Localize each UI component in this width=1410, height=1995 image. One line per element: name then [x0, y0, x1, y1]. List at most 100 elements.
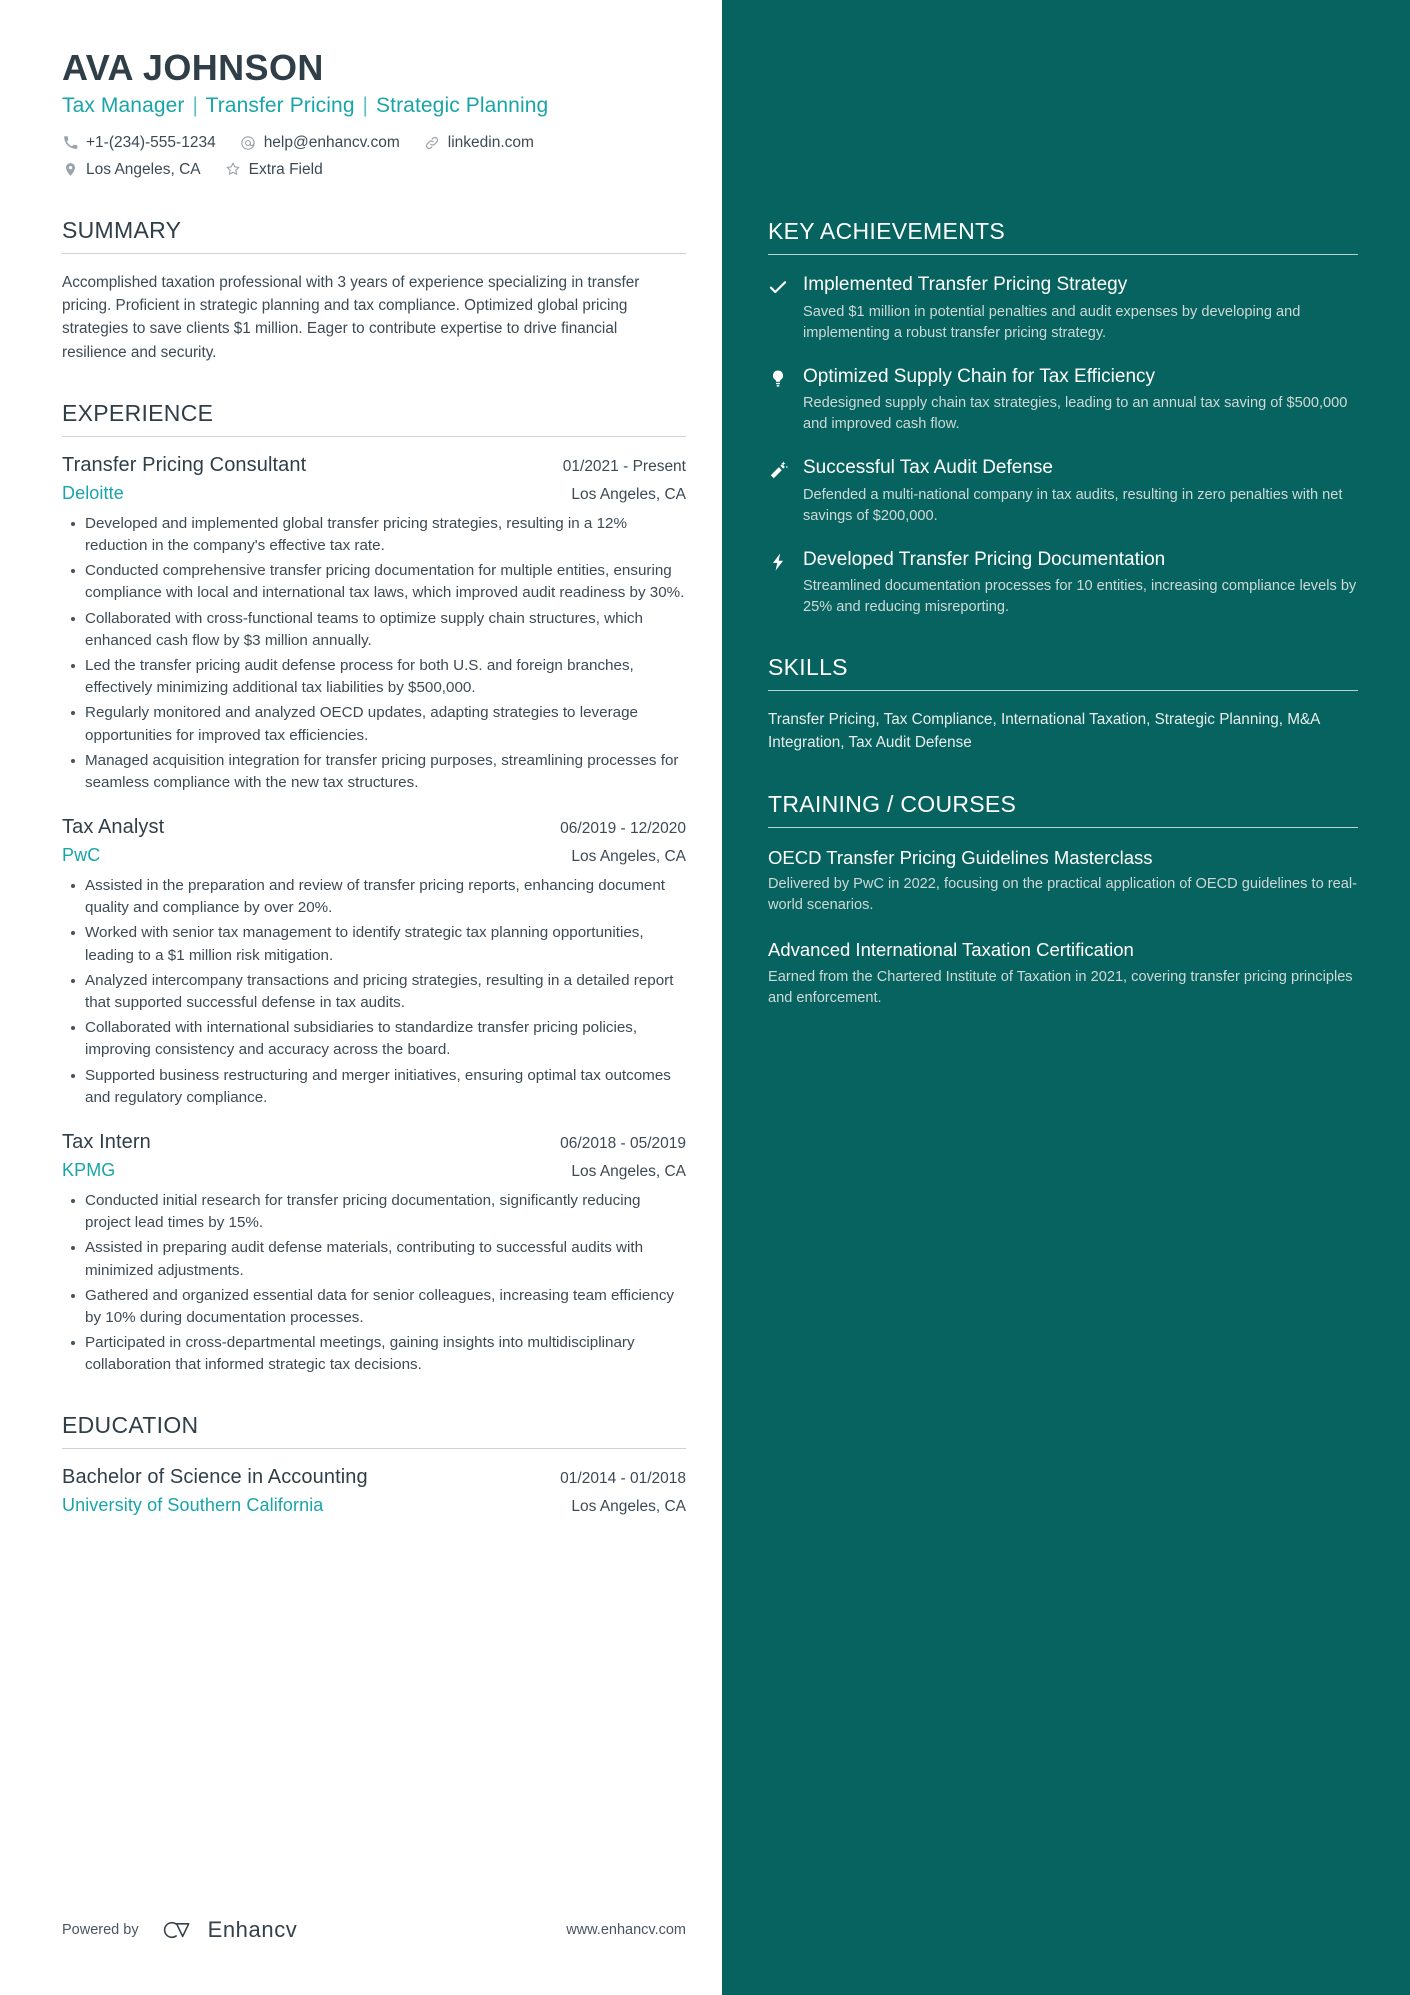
experience-date: 06/2019 - 12/2020 [560, 820, 686, 838]
contact-linkedin[interactable]: linkedin.com [424, 131, 534, 154]
candidate-headline: Tax Manager | Transfer Pricing | Strateg… [62, 94, 686, 118]
education-degree: Bachelor of Science in Accounting [62, 1466, 368, 1489]
education-entry-subheader: University of Southern California Los An… [62, 1495, 686, 1516]
summary-divider [62, 252, 686, 254]
powered-by-block: Powered by Enhancv [62, 1917, 297, 1943]
education-date: 01/2014 - 01/2018 [560, 1470, 686, 1488]
contact-location: Los Angeles, CA [62, 158, 201, 181]
achievement-title: Successful Tax Audit Defense [803, 457, 1053, 479]
experience-date: 01/2021 - Present [562, 457, 686, 475]
experience-entry-header: Tax Intern 06/2018 - 05/2019 [62, 1131, 686, 1154]
course-title: OECD Transfer Pricing Guidelines Masterc… [768, 847, 1153, 869]
section-education: EDUCATION Bachelor of Science in Account… [62, 1412, 686, 1516]
contact-row-primary: +1-(234)-555-1234 help@enhancv.com linke… [62, 131, 686, 154]
key-achievements-heading: KEY ACHIEVEMENTS [768, 218, 1006, 244]
contact-email[interactable]: help@enhancv.com [240, 131, 400, 154]
experience-bullets: Assisted in the preparation and review o… [62, 875, 686, 1109]
achievement-description: Streamlined documentation processes for … [803, 578, 1357, 616]
headline-part-3: Strategic Planning [376, 94, 549, 118]
experience-bullet: Conducted initial research for transfer … [71, 1190, 686, 1234]
training-divider [768, 827, 1358, 829]
experience-role: Tax Analyst [62, 816, 165, 839]
experience-entry-subheader: KPMG Los Angeles, CA [62, 1160, 686, 1181]
experience-bullets: Developed and implemented global transfe… [62, 513, 686, 794]
experience-entry-header: Transfer Pricing Consultant 01/2021 - Pr… [62, 454, 686, 477]
experience-bullet: Gathered and organized essential data fo… [71, 1285, 686, 1329]
lightbulb-icon [768, 369, 794, 389]
experience-bullet: Worked with senior tax management to ide… [71, 922, 686, 966]
experience-bullet: Collaborated with cross-functional teams… [71, 608, 686, 652]
experience-bullet: Participated in cross-departmental meeti… [71, 1332, 686, 1376]
course-description: Delivered by PwC in 2022, focusing on th… [768, 876, 1357, 914]
link-icon [424, 134, 441, 151]
contact-linkedin-text: linkedin.com [447, 134, 534, 152]
experience-role: Transfer Pricing Consultant [62, 453, 307, 476]
experience-bullet: Analyzed intercompany transactions and p… [71, 970, 686, 1014]
summary-text: Accomplished taxation professional with … [62, 273, 640, 361]
achievement-body: Optimized Supply Chain for Tax Efficienc… [803, 365, 1358, 436]
education-school: University of Southern California [62, 1495, 324, 1516]
location-pin-icon [62, 161, 79, 178]
contact-extra-field: Extra Field [225, 158, 323, 181]
contact-phone[interactable]: +1-(234)-555-1234 [62, 131, 216, 154]
achievement-body: Implemented Transfer Pricing Strategy Sa… [803, 273, 1358, 344]
achievement-item: Developed Transfer Pricing Documentation… [768, 548, 1358, 619]
contact-location-text: Los Angeles, CA [86, 160, 201, 178]
resume-sidebar: KEY ACHIEVEMENTS Implemented Transfer Pr… [722, 0, 1410, 1995]
contact-email-text: help@enhancv.com [263, 134, 400, 152]
education-heading: EDUCATION [62, 1412, 199, 1439]
experience-bullets: Conducted initial research for transfer … [62, 1190, 686, 1377]
experience-bullet: Supported business restructuring and mer… [71, 1065, 686, 1109]
experience-entry-subheader: Deloitte Los Angeles, CA [62, 483, 686, 504]
section-summary: SUMMARY Accomplished taxation profession… [62, 217, 686, 364]
powered-by-label: Powered by [62, 1922, 139, 1938]
section-experience: EXPERIENCE Transfer Pricing Consultant 0… [62, 400, 686, 1377]
experience-location: Los Angeles, CA [571, 485, 686, 503]
candidate-name: AVA JOHNSON [62, 47, 324, 88]
experience-bullet: Collaborated with international subsidia… [71, 1017, 686, 1061]
enhancv-logo-icon [157, 1917, 199, 1943]
experience-entry: Tax Intern 06/2018 - 05/2019 KPMG Los An… [62, 1131, 686, 1377]
experience-entry-subheader: PwC Los Angeles, CA [62, 845, 686, 866]
email-icon [240, 134, 257, 151]
contact-extra-field-text: Extra Field [248, 160, 323, 178]
course-title: Advanced International Taxation Certific… [768, 939, 1134, 961]
experience-location: Los Angeles, CA [571, 848, 686, 866]
achievement-title: Optimized Supply Chain for Tax Efficienc… [803, 365, 1156, 387]
skills-divider [768, 690, 1358, 692]
experience-location: Los Angeles, CA [571, 1162, 686, 1180]
website-url[interactable]: www.enhancv.com [566, 1922, 686, 1938]
skills-list: Transfer Pricing, Tax Compliance, Intern… [768, 711, 1320, 752]
achievement-title: Implemented Transfer Pricing Strategy [803, 274, 1128, 295]
contact-phone-text: +1-(234)-555-1234 [86, 134, 216, 152]
section-skills: SKILLS Transfer Pricing, Tax Compliance,… [768, 654, 1358, 755]
experience-company: PwC [62, 845, 101, 866]
achievement-item: Optimized Supply Chain for Tax Efficienc… [768, 365, 1358, 436]
headline-separator-1: | [192, 94, 198, 118]
education-location: Los Angeles, CA [571, 1498, 686, 1516]
achievement-title: Developed Transfer Pricing Documentation [803, 548, 1166, 570]
experience-date: 06/2018 - 05/2019 [560, 1134, 686, 1152]
achievement-description: Defended a multi-national company in tax… [803, 486, 1343, 524]
headline-part-2: Transfer Pricing [205, 94, 355, 118]
experience-entry-header: Tax Analyst 06/2019 - 12/2020 [62, 816, 686, 839]
experience-bullet: Assisted in the preparation and review o… [71, 875, 686, 919]
phone-icon [62, 134, 79, 151]
section-key-achievements: KEY ACHIEVEMENTS Implemented Transfer Pr… [768, 218, 1358, 618]
experience-bullet: Regularly monitored and analyzed OECD up… [71, 702, 686, 746]
section-training-courses: TRAINING / COURSES OECD Transfer Pricing… [768, 791, 1358, 1009]
magic-wand-icon [768, 460, 794, 481]
page-footer: Powered by Enhancv www.enhancv.com [62, 1917, 686, 1943]
experience-company: Deloitte [62, 482, 124, 503]
achievement-description: Redesigned supply chain tax strategies, … [803, 395, 1348, 433]
summary-heading: SUMMARY [62, 216, 182, 243]
enhancv-wordmark: Enhancv [207, 1917, 298, 1942]
check-icon [768, 277, 794, 297]
achievement-body: Developed Transfer Pricing Documentation… [803, 548, 1358, 619]
achievement-item: Successful Tax Audit Defense Defended a … [768, 456, 1358, 527]
experience-role: Tax Intern [62, 1130, 151, 1153]
achievement-body: Successful Tax Audit Defense Defended a … [803, 456, 1358, 527]
experience-divider [62, 435, 686, 437]
training-heading: TRAINING / COURSES [768, 791, 1017, 818]
experience-heading: EXPERIENCE [62, 399, 214, 426]
